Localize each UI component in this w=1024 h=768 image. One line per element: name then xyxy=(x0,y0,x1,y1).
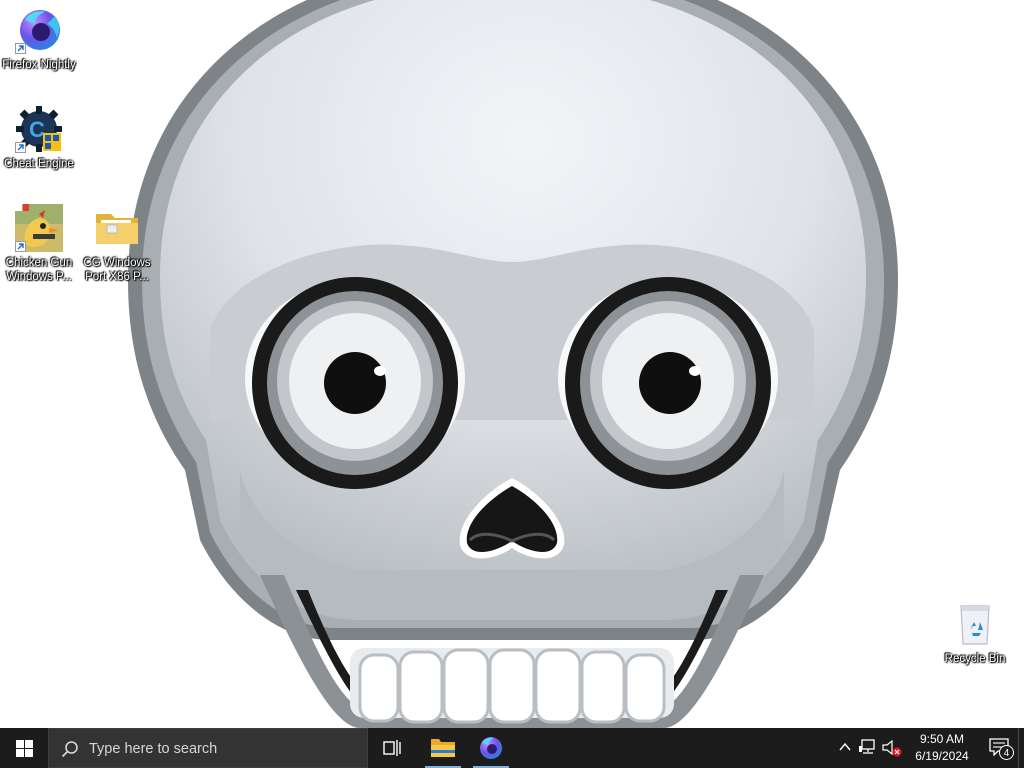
system-tray: 9:50 AM 6/19/2024 4 xyxy=(824,728,1024,768)
recycle-bin[interactable]: Recycle Bin xyxy=(937,600,1013,666)
file-explorer-button[interactable] xyxy=(419,728,467,768)
svg-text:C: C xyxy=(29,117,45,142)
shortcut-arrow-icon xyxy=(15,241,26,252)
show-desktop-button[interactable] xyxy=(1018,728,1024,768)
shortcut-arrow-icon xyxy=(15,142,26,153)
search-input[interactable]: Type here to search xyxy=(48,728,368,768)
icon-label: Recycle Bin xyxy=(944,653,1006,665)
search-placeholder: Type here to search xyxy=(89,741,218,757)
skull-wallpaper xyxy=(128,0,898,728)
folder-icon xyxy=(431,739,455,757)
cheat-engine-shortcut[interactable]: C Cheat Engine xyxy=(1,105,77,171)
desktop[interactable]: Firefox Nightly C Cheat Engine Chicken G… xyxy=(0,0,1024,728)
icon-label: CG Windows Port X86 P... xyxy=(83,257,151,283)
chevron-up-icon[interactable] xyxy=(839,742,851,752)
start-button[interactable] xyxy=(0,728,48,768)
firefox-nightly-icon xyxy=(480,737,502,759)
windows-logo-icon xyxy=(16,740,33,757)
icon-label: Cheat Engine xyxy=(4,158,74,170)
clock-time: 9:50 AM xyxy=(919,732,965,746)
icon-label: Chicken Gun Windows P... xyxy=(5,257,73,283)
icon-label: Firefox Nightly xyxy=(2,59,76,71)
firefox-nightly-icon xyxy=(15,6,63,54)
search-icon xyxy=(61,741,78,758)
clock-date: 6/19/2024 xyxy=(915,749,969,763)
clock[interactable]: 9:50 AM 6/19/2024 xyxy=(907,731,977,765)
action-center-button[interactable]: 4 xyxy=(988,736,1014,762)
task-view-button[interactable] xyxy=(368,728,416,768)
chicken-gun-shortcut[interactable]: Chicken Gun Windows P... xyxy=(1,204,77,284)
taskbar: Type here to search 9:50 AM 6/19/2024 4 xyxy=(0,728,1024,768)
volume-muted-icon[interactable] xyxy=(882,739,902,757)
task-view-icon xyxy=(383,740,401,756)
notification-count-badge: 4 xyxy=(999,745,1014,760)
chicken-gun-icon xyxy=(15,204,63,252)
firefox-nightly-taskbar-button[interactable] xyxy=(467,728,515,768)
cheat-engine-icon: C xyxy=(15,105,63,153)
cg-windows-port-folder[interactable]: CG Windows Port X86 P... xyxy=(79,204,155,284)
folder-icon xyxy=(93,204,141,252)
recycle-bin-icon xyxy=(951,600,999,648)
firefox-nightly-shortcut[interactable]: Firefox Nightly xyxy=(1,6,77,72)
shortcut-arrow-icon xyxy=(15,43,26,54)
network-icon[interactable] xyxy=(859,739,877,755)
